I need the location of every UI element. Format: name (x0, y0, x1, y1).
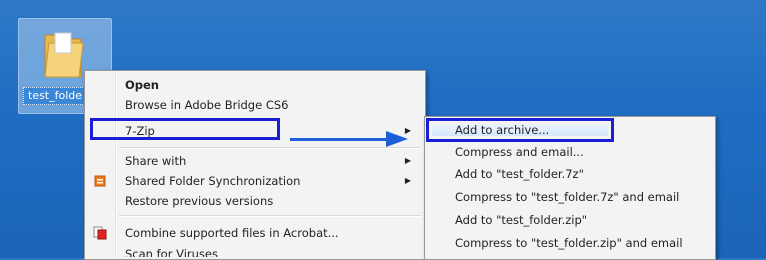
folder-name-label[interactable]: test_folde (23, 87, 93, 105)
annotation-arrow-head-icon (386, 131, 408, 147)
submenu-item-add-7z[interactable]: Add to "test_folder.7z" (455, 164, 584, 184)
menu-item-share-with[interactable]: Share with (125, 151, 186, 171)
menu-item-shared-folder-sync[interactable]: Shared Folder Synchronization (125, 171, 300, 191)
context-menu: Open Browse in Adobe Bridge CS6 7-Zip ▶ … (84, 70, 426, 260)
submenu-item-add-archive[interactable]: Add to archive... (455, 121, 549, 141)
menu-item-restore-versions[interactable]: Restore previous versions (125, 191, 273, 211)
highlight-box-7zip (90, 118, 280, 140)
chevron-right-icon: ▶ (404, 176, 411, 185)
folder-icon (44, 32, 84, 78)
menu-item-scan-viruses[interactable]: Scan for Viruses (125, 247, 218, 257)
menu-item-combine-acrobat[interactable]: Combine supported files in Acrobat... (125, 223, 339, 243)
menu-item-browse-bridge[interactable]: Browse in Adobe Bridge CS6 (125, 95, 289, 115)
highlight-box-add-archive: Add to archive... (426, 118, 614, 142)
sync-icon (94, 175, 106, 187)
desktop: test_folde Open Browse in Adobe Bridge C… (0, 0, 766, 260)
menu-separator (119, 215, 421, 217)
menu-item-open[interactable]: Open (125, 75, 159, 95)
submenu-item-compress-zip-email[interactable]: Compress to "test_folder.zip" and email (455, 233, 683, 253)
submenu-item-compress-7z-email[interactable]: Compress to "test_folder.7z" and email (455, 187, 679, 207)
submenu-item-add-zip[interactable]: Add to "test_folder.zip" (455, 210, 587, 230)
chevron-right-icon: ▶ (404, 156, 411, 165)
annotation-arrow-line (290, 138, 400, 141)
menu-separator (119, 147, 421, 149)
acrobat-icon (93, 226, 107, 240)
submenu-item-compress-email[interactable]: Compress and email... (455, 142, 584, 162)
